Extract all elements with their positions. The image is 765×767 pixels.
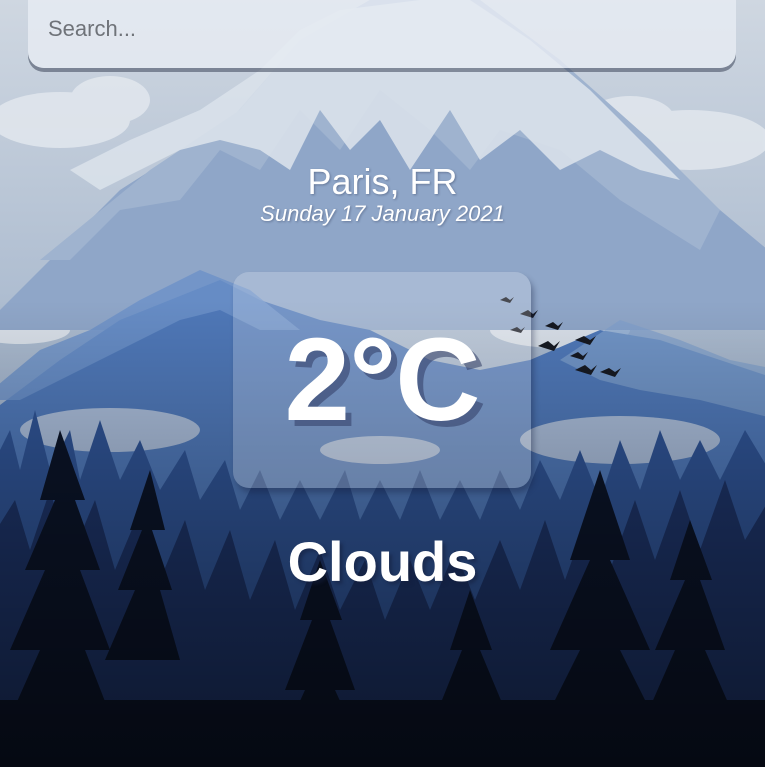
- search-bar: [28, 0, 736, 68]
- search-input[interactable]: [28, 0, 736, 58]
- temperature-value: 2°C: [284, 314, 480, 446]
- temperature-card: 2°C: [233, 272, 531, 488]
- weather-condition: Clouds: [287, 530, 478, 593]
- city-name: Paris, FR: [307, 161, 458, 202]
- location-block: Paris, FR Sunday 17 January 2021: [0, 160, 765, 226]
- current-date: Sunday 17 January 2021: [260, 201, 505, 226]
